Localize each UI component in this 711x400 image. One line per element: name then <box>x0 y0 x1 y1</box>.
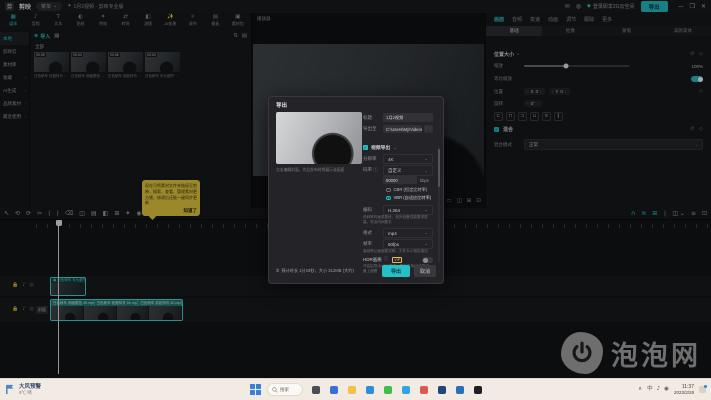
path-input[interactable]: C:\Users\My\Videos\Jianyin… <box>383 125 422 133</box>
folder-browse-icon[interactable]: 🗀 <box>424 125 433 133</box>
photos-icon[interactable] <box>417 383 430 396</box>
bitrate-label: 码率 ⓘ <box>363 167 383 174</box>
chevron-down-icon: ⌄ <box>425 157 428 161</box>
export-dialog: 导出 点击编辑封面，作品发布时将展示该画面 标题 1月2视频 导出至 C:\Us… <box>268 96 444 284</box>
chevron-down-icon: ⌄ <box>425 169 428 173</box>
system-tray: ∧ 中 ♪◉ 11:37 2023/2/28 <box>638 384 711 395</box>
chevron-down-icon: ⌄ <box>393 146 396 150</box>
watermark: 泡泡网 <box>561 332 701 374</box>
cover-preview[interactable] <box>276 112 362 164</box>
search-placeholder: 搜索 <box>280 387 289 393</box>
task-view-icon[interactable] <box>309 383 322 396</box>
store-icon[interactable] <box>399 383 412 396</box>
dialog-cancel-button[interactable]: 取消 <box>414 265 436 277</box>
chevron-down-icon: ⌄ <box>425 231 428 235</box>
title-label: 标题 <box>363 115 383 121</box>
network-icon[interactable]: ◉ <box>664 387 669 393</box>
vbr-label: VBR (自适应比特率) <box>394 195 432 201</box>
edge-icon[interactable] <box>363 383 376 396</box>
taskbar: 大风预警 9℃ 晴 搜索 ∧ 中 ♪◉ 11:37 2023/2/28 <box>0 378 711 400</box>
app-window: 剪 剪映 菜单⌄ ✦1月2视频 - 剪映专业版 ✉ ◍ ◆登录即享2G云空间 导… <box>0 0 711 378</box>
vbr-radio[interactable] <box>386 196 391 201</box>
codec-dropdown[interactable]: H.264⌄ <box>383 205 433 215</box>
cbr-radio[interactable] <box>386 188 391 193</box>
volume-icon[interactable]: ♪ <box>657 387 661 393</box>
codec-hint: 低码率时画质更优，但对设备性能要求更高，导出时间更长 <box>363 215 431 225</box>
format-label: 格式 <box>363 230 383 236</box>
cbr-label: CBR (恒定比特率) <box>394 187 428 193</box>
weather-sub: 9℃ 晴 <box>19 390 41 395</box>
bitrate-input[interactable]: 50000 <box>383 176 417 184</box>
path-label: 导出至 <box>363 126 383 132</box>
wechat-icon[interactable] <box>381 383 394 396</box>
power-logo-icon <box>561 332 603 374</box>
tray-chevron-icon[interactable]: ∧ <box>638 387 642 393</box>
hdr-label: HDR画质 <box>363 257 382 263</box>
taskbar-search[interactable]: 搜索 <box>267 383 303 396</box>
weather-icon <box>5 384 16 395</box>
chevron-down-icon: ⌄ <box>425 208 428 212</box>
resolution-dropdown[interactable]: 4K⌄ <box>383 154 433 164</box>
info-icon: ⓘ <box>384 258 389 263</box>
browser-icon[interactable] <box>453 383 466 396</box>
chevron-down-icon: ⌄ <box>425 242 428 246</box>
codec-label: 编码 <box>363 207 383 213</box>
fps-label: 帧率 <box>363 241 383 247</box>
export-info: ⏱预计时长 1分19秒，大小 312MB (大约) <box>276 268 354 274</box>
taskbar-clock[interactable]: 11:37 2023/2/28 <box>674 384 694 395</box>
office-icon[interactable] <box>435 383 448 396</box>
search-icon <box>272 387 278 393</box>
resolution-label: 分辨率 <box>363 156 383 162</box>
taskbar-weather[interactable]: 大风预警 9℃ 晴 <box>0 384 250 395</box>
fps-hint: 高帧率让画面更流畅，文件大小相应增加 <box>363 249 431 254</box>
clock-date: 2023/2/28 <box>674 390 694 395</box>
info-icon: ⓘ <box>373 168 378 173</box>
bitrate-dropdown[interactable]: 自定义⌄ <box>383 165 433 176</box>
vip-badge: VIP <box>392 257 402 263</box>
dialog-title: 导出 <box>276 101 287 109</box>
watermark-text: 泡泡网 <box>611 334 701 373</box>
cover-hint: 点击编辑封面，作品发布时将展示该画面 <box>276 168 362 173</box>
fps-dropdown[interactable]: 60fps⌄ <box>383 239 433 249</box>
file-explorer-icon[interactable] <box>345 383 358 396</box>
title-input[interactable]: 1月2视频 <box>383 113 433 122</box>
start-button[interactable] <box>250 384 261 395</box>
dialog-scrollbar[interactable] <box>438 147 440 263</box>
widgets-icon[interactable] <box>327 383 340 396</box>
bitrate-unit: kbps <box>420 178 429 183</box>
format-dropdown[interactable]: mp4⌄ <box>383 228 433 238</box>
ime-icon[interactable]: 中 <box>647 387 653 393</box>
clock-icon: ⏱ <box>276 269 279 273</box>
hdr-toggle[interactable] <box>422 257 433 263</box>
notification-bell-icon[interactable] <box>699 386 706 393</box>
dialog-export-button[interactable]: 导出 <box>382 265 410 277</box>
video-export-label: 视频导出 <box>371 144 390 151</box>
capcut-icon[interactable] <box>471 383 484 396</box>
video-export-checkbox[interactable]: ✓ <box>363 145 368 150</box>
